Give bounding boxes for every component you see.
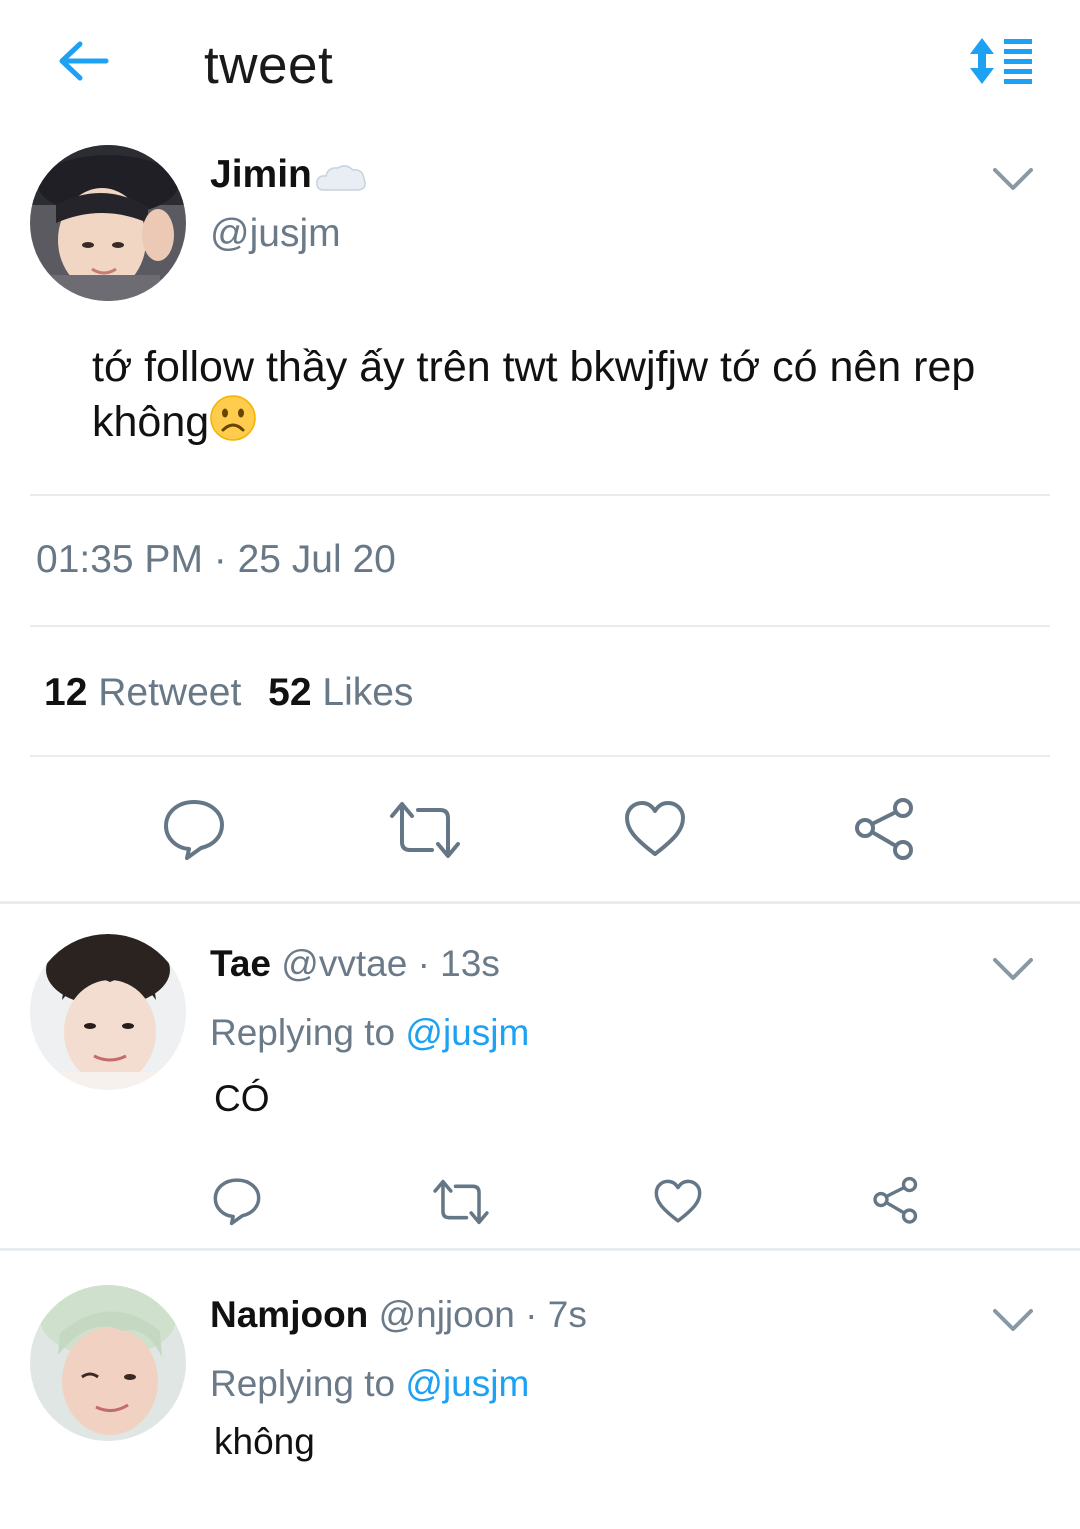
sort-list-icon (970, 38, 1032, 84)
comment-icon (164, 800, 224, 860)
chevron-down-icon (993, 1309, 1033, 1331)
retweet-label: Retweet (98, 671, 242, 714)
reply-avatar[interactable] (30, 934, 186, 1090)
divider (0, 1248, 1080, 1251)
reply-button[interactable] (163, 798, 225, 860)
reply-author-handle[interactable]: @njjoon (379, 1294, 515, 1335)
author-name[interactable]: Jimin (210, 153, 312, 197)
chevron-down-icon (993, 168, 1033, 190)
sort-button[interactable] (968, 36, 1038, 90)
author-handle[interactable]: @jusjm (210, 212, 341, 256)
divider (30, 625, 1050, 627)
replying-to: Replying to @jusjm (210, 1363, 529, 1405)
heart-icon (654, 1179, 702, 1223)
replying-to-label: Replying to (210, 1012, 396, 1053)
divider (30, 494, 1050, 496)
retweet-button[interactable] (432, 1179, 490, 1225)
like-button[interactable] (654, 1179, 702, 1224)
reply-menu-button[interactable] (991, 954, 1039, 988)
retweet-stat[interactable]: 12 Retweet (44, 671, 252, 714)
retweet-count: 12 (44, 671, 88, 714)
frowning-face-emoji-icon (209, 394, 257, 442)
replying-to-label: Replying to (210, 1363, 396, 1404)
reply-text: không (214, 1421, 315, 1462)
share-icon (855, 798, 913, 860)
page-title: tweet (204, 36, 334, 95)
like-button[interactable] (624, 800, 686, 858)
reply-author-name[interactable]: Tae (210, 943, 271, 984)
arrow-left-icon (59, 41, 109, 81)
divider (0, 901, 1080, 904)
reply-button[interactable] (213, 1177, 261, 1226)
replying-to-mention[interactable]: @jusjm (405, 1363, 529, 1404)
likes-label: Likes (322, 671, 414, 714)
back-button[interactable] (52, 36, 116, 90)
divider (30, 755, 1050, 757)
likes-count: 52 (268, 671, 312, 714)
cloud-emoji-icon (316, 165, 366, 191)
retweet-button[interactable] (388, 802, 462, 858)
chevron-down-icon (993, 958, 1033, 980)
reply-header: Namjoon @njjoon · 7s (210, 1294, 587, 1336)
tweet-timestamp: 01:35 PM · 25 Jul 20 (36, 538, 396, 581)
author-name-row: Jimin (210, 153, 368, 197)
reply-text: CÓ (214, 1078, 270, 1119)
reply-author-name[interactable]: Namjoon (210, 1294, 368, 1335)
retweet-icon (433, 1179, 489, 1225)
replying-to-mention[interactable]: @jusjm (405, 1012, 529, 1053)
tweet-menu-button[interactable] (991, 164, 1039, 198)
tweet-stats: 12 Retweet 52 Likes (44, 671, 413, 715)
heart-icon (625, 801, 685, 856)
reply-author-handle[interactable]: @vvtae (281, 943, 407, 984)
reply-time: · 7s (525, 1294, 587, 1335)
likes-stat[interactable]: 52 Likes (268, 671, 413, 714)
reply-time: · 13s (417, 943, 500, 984)
reply-menu-button[interactable] (991, 1305, 1039, 1339)
share-button[interactable] (853, 798, 917, 862)
reply-header: Tae @vvtae · 13s (210, 943, 500, 985)
retweet-icon (390, 802, 460, 858)
tweet-text: tớ follow thầy ấy trên twt bkwjfjw tớ có… (92, 340, 1042, 449)
share-icon (873, 1176, 918, 1224)
share-button[interactable] (872, 1176, 920, 1225)
reply-avatar[interactable] (30, 1285, 186, 1441)
comment-icon (213, 1178, 261, 1226)
replying-to: Replying to @jusjm (210, 1012, 529, 1054)
author-avatar[interactable] (30, 145, 186, 301)
